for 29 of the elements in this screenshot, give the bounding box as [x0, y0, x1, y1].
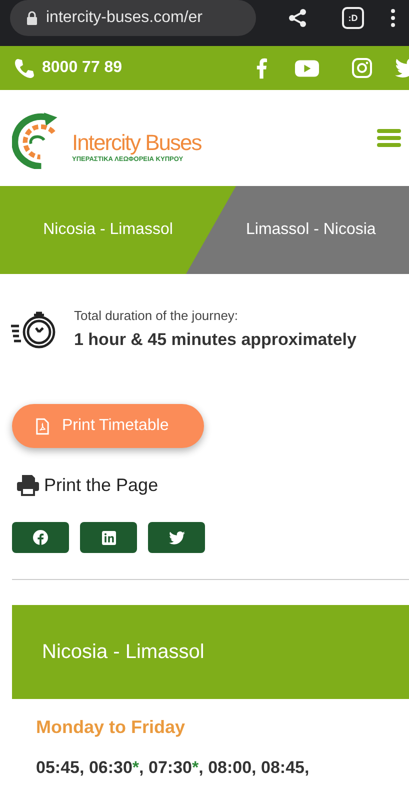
duration-label: Total duration of the journey:	[74, 308, 240, 323]
printer-icon	[16, 474, 40, 496]
twitter-share-button[interactable]	[148, 522, 205, 553]
route-tab[interactable]: Nicosia - Limassol	[0, 186, 236, 274]
day-heading: Monday to Friday	[36, 717, 186, 738]
route-title: Nicosia - Limassol	[42, 640, 204, 664]
logo-name: Intercity Buses	[72, 132, 202, 154]
twitter-icon[interactable]	[395, 58, 409, 78]
menu-icon[interactable]	[377, 128, 401, 148]
facebook-share-button[interactable]	[12, 522, 69, 553]
linkedin-share-button[interactable]	[80, 522, 137, 553]
tab-count-button[interactable]: :D	[342, 7, 364, 29]
print-timetable-button[interactable]: Print Timetable	[12, 404, 204, 448]
twitter-icon	[168, 530, 184, 544]
instagram-icon[interactable]	[352, 58, 372, 78]
duration-value: 1 hour & 45 minutes approximately	[74, 330, 356, 350]
facebook-icon[interactable]	[256, 58, 267, 78]
youtube-icon[interactable]	[295, 60, 319, 76]
pdf-file-icon	[36, 418, 49, 434]
lock-icon	[26, 11, 38, 25]
phone-icon	[14, 58, 34, 78]
linkedin-icon	[102, 530, 116, 544]
print-page-button[interactable]: Print the Page	[16, 474, 158, 496]
more-options-icon[interactable]	[391, 8, 395, 28]
departure-times: 05:45, 06:30*, 07:30*, 08:00, 08:45,	[36, 758, 310, 778]
facebook-icon	[33, 530, 48, 545]
phone-number[interactable]: 8000 77 89	[42, 59, 122, 77]
share-icon[interactable]	[288, 8, 308, 28]
address-bar[interactable]: intercity-buses.com/er	[10, 0, 256, 36]
